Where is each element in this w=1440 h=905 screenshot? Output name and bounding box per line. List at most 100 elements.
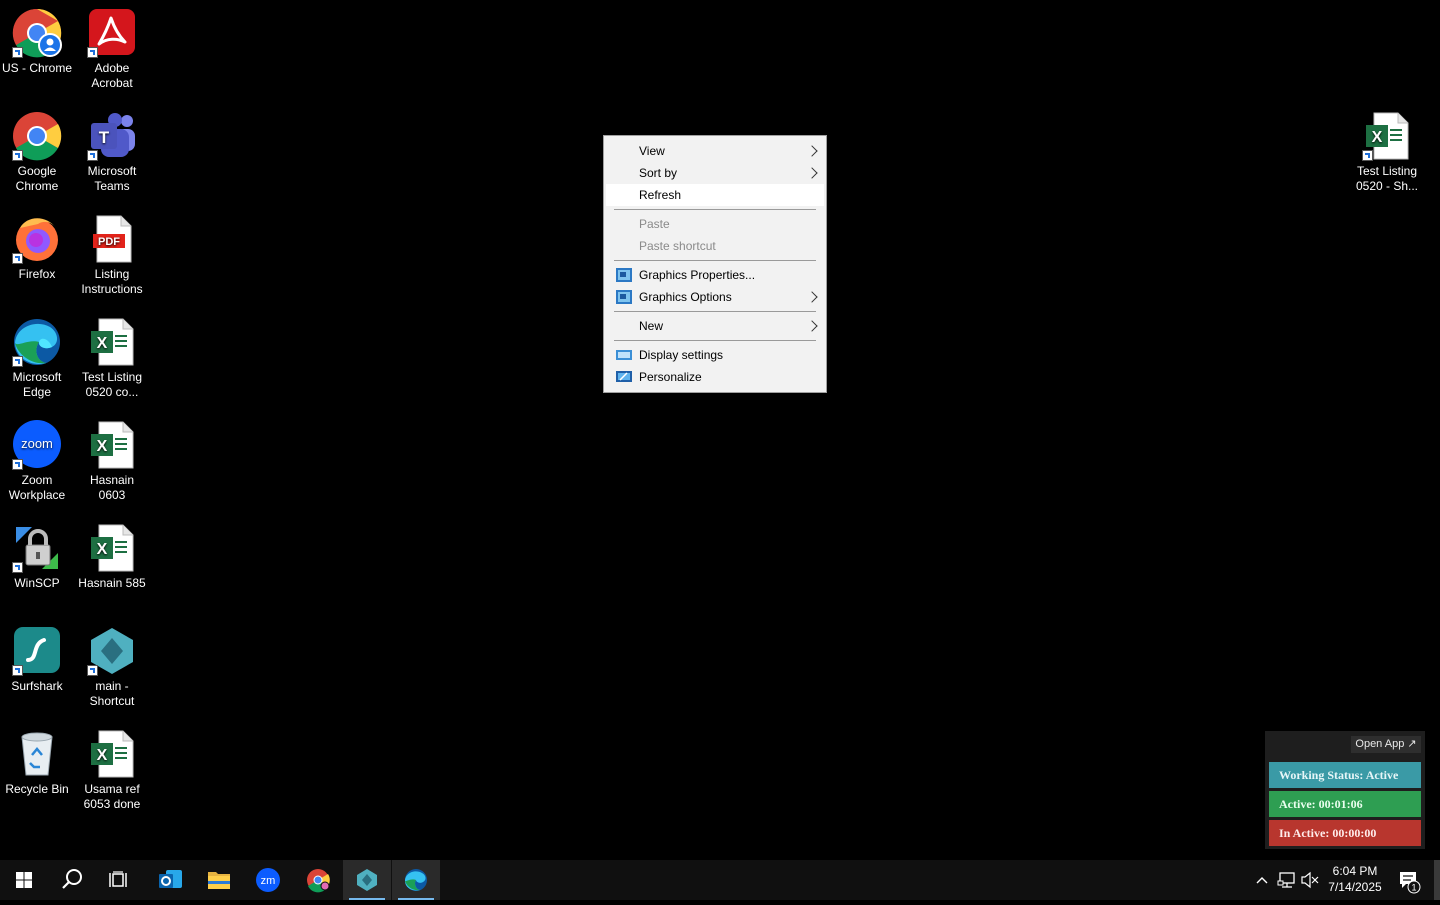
menu-item-label: Paste: [639, 217, 670, 231]
desktop-icon-google-chrome[interactable]: Google Chrome: [0, 111, 74, 194]
desktop-icon-label: Firefox: [18, 267, 56, 281]
windows-logo-icon: [16, 872, 32, 888]
desktop-icon-label: Adobe Acrobat: [91, 61, 133, 90]
desktop-icon-test-listing-0520-copy[interactable]: X Test Listing 0520 co...: [75, 317, 149, 400]
menu-item-label: Paste shortcut: [639, 239, 716, 253]
excel-file-icon: X: [87, 523, 137, 573]
pdf-file-icon: PDF: [87, 214, 137, 264]
intel-graphics-icon: [616, 290, 632, 304]
desktop-icon-firefox[interactable]: Firefox: [0, 214, 74, 282]
desktop-icon-label: Listing Instructions: [81, 267, 143, 296]
open-app-button[interactable]: Open App ↗: [1351, 736, 1421, 753]
chrome-icon: [307, 869, 330, 893]
chrome-button[interactable]: [294, 860, 342, 900]
desktop-icon-hasnain-585[interactable]: X Hasnain 585: [75, 523, 149, 591]
desktop-icon-winscp[interactable]: WinSCP: [0, 523, 74, 591]
desktop-icon-label: Hasnain 0603: [89, 473, 135, 502]
desktop-icon-microsoft-edge[interactable]: Microsoft Edge: [0, 317, 74, 400]
menu-item-view[interactable]: View: [606, 140, 824, 162]
desktop-icon-label: Usama ref 6053 done: [83, 782, 141, 811]
folder-icon: [208, 872, 230, 889]
desktop-icon-test-listing-0520-shortcut[interactable]: X Test Listing 0520 - Sh...: [1350, 111, 1424, 194]
start-button[interactable]: [0, 860, 48, 900]
shortcut-arrow-icon: [87, 47, 98, 58]
desktop-icon-us-chrome[interactable]: US - Chrome: [0, 8, 74, 76]
personalize-icon: [616, 370, 632, 384]
recycle-bin-icon: [12, 729, 62, 779]
volume-button[interactable]: [1299, 860, 1321, 900]
app-cube-icon: [357, 869, 377, 891]
taskbar: zm 6:04 PM 7/14/2025 1: [0, 860, 1440, 900]
display-settings-icon: [616, 348, 632, 362]
desktop-icon-label: Hasnain 585: [78, 576, 146, 590]
desktop-icon-hasnain-0603[interactable]: X Hasnain 0603: [75, 420, 149, 503]
edge-button[interactable]: [392, 860, 440, 900]
desktop-icon-microsoft-teams[interactable]: T Microsoft Teams: [75, 111, 149, 194]
desktop-icon-label: Zoom Workplace: [8, 473, 66, 502]
desktop-icon-label: main - Shortcut: [89, 679, 135, 708]
menu-separator: [614, 260, 816, 261]
inactive-time-bar: In Active: 00:00:00: [1269, 820, 1421, 846]
network-button[interactable]: [1276, 860, 1298, 900]
svg-text:X: X: [97, 335, 108, 352]
winscp-icon: [12, 523, 62, 573]
svg-text:X: X: [97, 438, 108, 455]
edge-icon: [405, 869, 427, 891]
desktop-context-menu: View Sort by Refresh Paste Paste shortcu…: [603, 135, 827, 393]
search-button[interactable]: [48, 860, 96, 900]
shortcut-arrow-icon: [1362, 150, 1373, 161]
time-tracker-widget: Open App ↗ Working Status: Active Active…: [1265, 731, 1425, 849]
desktop-icon-label: Microsoft Teams: [87, 164, 137, 193]
app-cube-icon: [87, 626, 137, 676]
desktop-icon-adobe-acrobat[interactable]: Adobe Acrobat: [75, 8, 149, 91]
menu-item-label: Graphics Properties...: [639, 268, 756, 282]
zoom-button[interactable]: zm: [244, 860, 292, 900]
svg-text:1: 1: [1411, 883, 1416, 893]
svg-text:X: X: [97, 747, 108, 764]
outlook-button[interactable]: [146, 860, 194, 900]
chrome-icon: [12, 111, 62, 161]
menu-item-paste-shortcut[interactable]: Paste shortcut: [606, 235, 824, 257]
show-desktop-button[interactable]: [1434, 860, 1440, 900]
menu-separator: [614, 209, 816, 210]
excel-file-icon: X: [87, 317, 137, 367]
chevron-right-icon: [806, 320, 818, 332]
task-view-button[interactable]: [96, 860, 144, 900]
shortcut-arrow-icon: [12, 356, 23, 367]
svg-text:zm: zm: [261, 875, 276, 887]
menu-item-sort-by[interactable]: Sort by: [606, 162, 824, 184]
desktop-icon-label: US - Chrome: [1, 61, 72, 75]
menu-item-paste[interactable]: Paste: [606, 213, 824, 235]
desktop-icon-usama-ref-6053-done[interactable]: X Usama ref 6053 done: [75, 729, 149, 812]
svg-text:T: T: [99, 128, 110, 147]
clock[interactable]: 6:04 PM 7/14/2025: [1323, 860, 1387, 900]
desktop-icon-main-shortcut[interactable]: main - Shortcut: [75, 626, 149, 709]
menu-item-graphics-options[interactable]: Graphics Options: [606, 286, 824, 308]
show-hidden-icons-button[interactable]: [1250, 860, 1274, 900]
desktop-icon-label: WinSCP: [14, 576, 60, 590]
clock-date: 7/14/2025: [1328, 880, 1382, 894]
desktop-icon-surfshark[interactable]: Surfshark: [0, 626, 74, 694]
menu-item-label: Sort by: [639, 166, 678, 180]
svg-text:X: X: [97, 541, 108, 558]
menu-item-refresh[interactable]: Refresh: [606, 184, 824, 206]
menu-item-label: New: [639, 319, 664, 333]
menu-item-display-settings[interactable]: Display settings: [606, 344, 824, 366]
action-center-button[interactable]: 1: [1394, 860, 1424, 900]
main-app-button[interactable]: [343, 860, 391, 900]
desktop-icon-zoom-workplace[interactable]: zoom Zoom Workplace: [0, 420, 74, 503]
surfshark-icon: [12, 626, 62, 676]
desktop-icon-listing-instructions[interactable]: PDF Listing Instructions: [75, 214, 149, 297]
file-explorer-button[interactable]: [195, 860, 243, 900]
menu-item-graphics-properties[interactable]: Graphics Properties...: [606, 264, 824, 286]
excel-file-icon: X: [1362, 111, 1412, 161]
menu-separator: [614, 311, 816, 312]
menu-item-new[interactable]: New: [606, 315, 824, 337]
menu-item-personalize[interactable]: Personalize: [606, 366, 824, 388]
desktop-icon-recycle-bin[interactable]: Recycle Bin: [0, 729, 74, 797]
chevron-right-icon: [806, 167, 818, 179]
working-status-bar: Working Status: Active: [1269, 762, 1421, 788]
clock-time: 6:04 PM: [1332, 864, 1378, 878]
menu-item-label: Graphics Options: [639, 290, 732, 304]
outlook-icon: [159, 870, 182, 888]
